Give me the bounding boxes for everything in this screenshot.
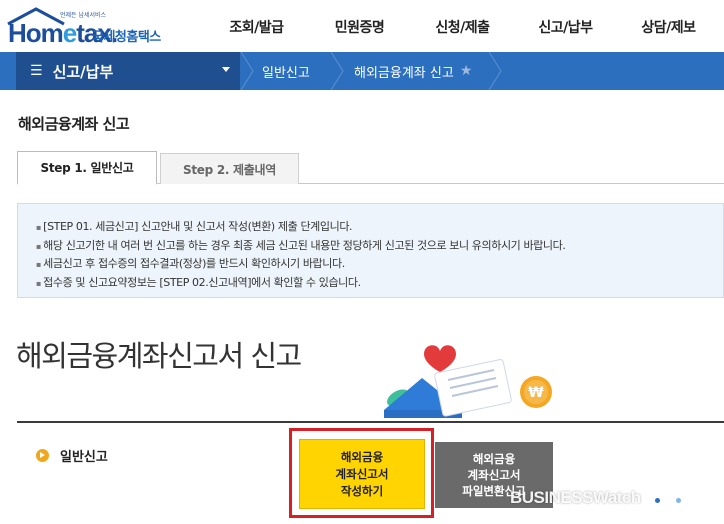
top-navigation: 조회/발급 민원증명 신청/제출 신고/납부 상담/제보 (205, 0, 720, 54)
tab-step2-submission-history[interactable]: Step 2. 제출내역 (160, 153, 299, 184)
heart-icon (424, 345, 456, 372)
svg-text:₩: ₩ (528, 385, 544, 401)
carousel-dot[interactable] (655, 498, 660, 503)
section-divider (17, 421, 724, 423)
nav-inquiry[interactable]: 조회/발급 (205, 0, 308, 54)
breadcrumb-bar: ☰ 신고/납부 일반신고 해외금융계좌 신고 ★ (0, 52, 724, 90)
top-header: 언제든 납세서비스 Hometax. 국세청홈택스 조회/발급 민원증명 신청/… (0, 0, 724, 54)
step-tabs: Step 1. 일반신고 Step 2. 제출내역 (17, 151, 724, 185)
chevron-down-icon (222, 67, 230, 72)
current-menu-dropdown[interactable]: ☰ 신고/납부 (16, 52, 240, 90)
general-filing-section-label: 일반신고 (36, 446, 108, 465)
notice-line: [STEP 01. 세금신고] 신고안내 및 신고서 작성(변환) 제출 단계입… (36, 218, 723, 237)
breadcrumb-general-filing[interactable]: 일반신고 (262, 52, 310, 90)
breadcrumb-separator-icon (240, 52, 254, 90)
notice-box: [STEP 01. 세금신고] 신고안내 및 신고서 작성(변환) 제출 단계입… (17, 203, 724, 298)
carousel-dots (655, 498, 681, 503)
notice-line: 세금신고 후 접수증의 접수결과(정상)를 반드시 확인하시기 바랍니다. (36, 255, 723, 274)
notice-line: 접수증 및 신고요약정보는 [STEP 02.신고내역]에서 확인할 수 있습니… (36, 274, 723, 293)
breadcrumb-current-page[interactable]: 해외금융계좌 신고 ★ (354, 52, 472, 90)
hometax-logo[interactable]: 언제든 납세서비스 Hometax. 국세청홈택스 (4, 4, 184, 48)
banner-title: 해외금융계좌신고서 신고 (16, 339, 302, 373)
nav-certificates[interactable]: 민원증명 (308, 0, 411, 54)
nav-filing-payment[interactable]: 신고/납부 (514, 0, 617, 54)
notice-line: 해당 신고기한 내 여러 번 신고를 하는 경우 최종 세금 신고된 내용만 정… (36, 237, 723, 256)
tab-step1-general-filing[interactable]: Step 1. 일반신고 (17, 151, 157, 185)
star-icon[interactable]: ★ (460, 63, 473, 79)
logo-korean-name: 국세청홈택스 (92, 30, 161, 45)
section-label-text: 일반신고 (60, 450, 108, 465)
watermark: BUSINESSWatch (510, 488, 641, 507)
breadcrumb-separator-icon (330, 52, 344, 90)
carousel-dot[interactable] (676, 498, 681, 503)
nav-consultation[interactable]: 상담/제보 (617, 0, 720, 54)
current-menu-label: 신고/납부 (52, 62, 114, 81)
arrow-bullet-icon (36, 449, 49, 462)
breadcrumb-current-label: 해외금융계좌 신고 (354, 65, 454, 81)
hamburger-icon: ☰ (30, 63, 43, 79)
envelope-heart-illustration: ₩ (384, 345, 552, 418)
breadcrumb-separator-icon (488, 52, 502, 90)
page-title: 해외금융계좌 신고 (18, 115, 130, 133)
write-report-button[interactable]: 해외금융 계좌신고서 작성하기 (299, 439, 425, 509)
nav-application[interactable]: 신청/제출 (411, 0, 514, 54)
